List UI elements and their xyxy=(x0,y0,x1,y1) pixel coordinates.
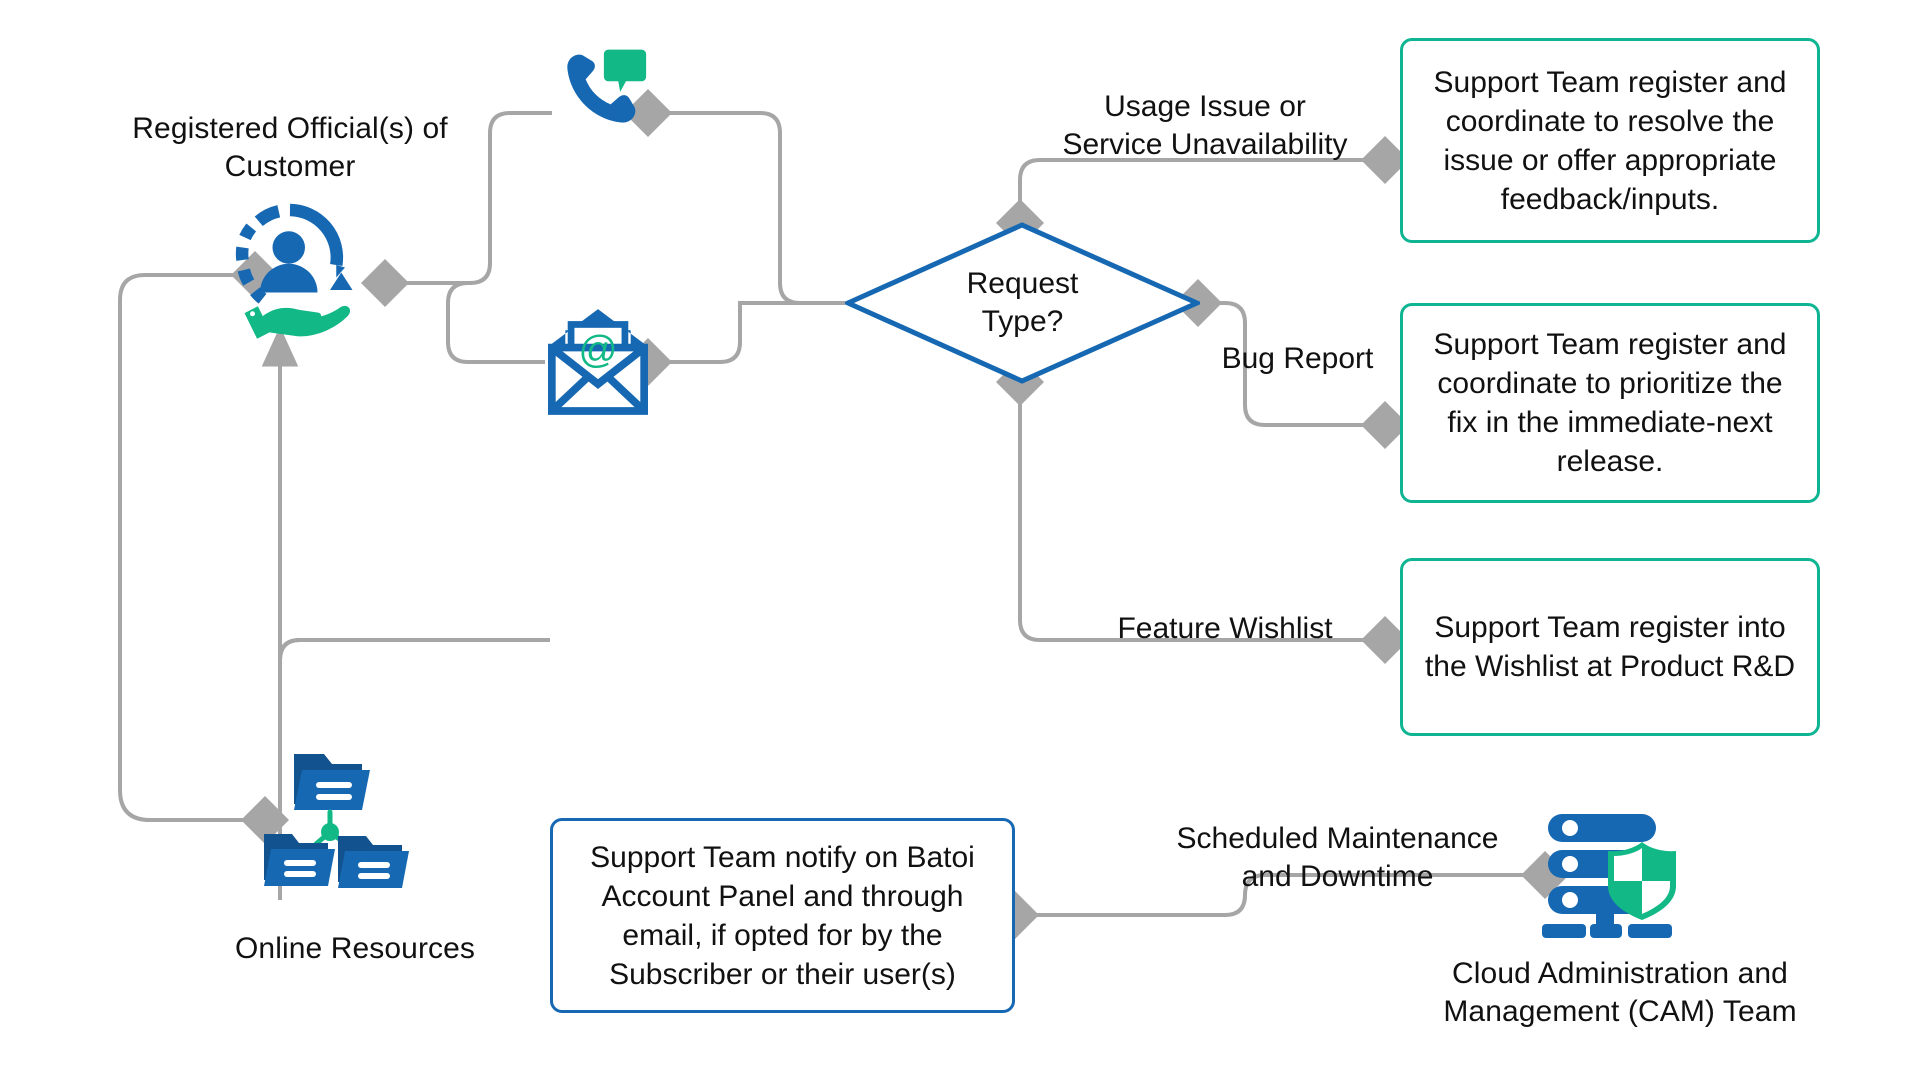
email-envelope-at-icon: @ xyxy=(548,305,648,417)
request-type-label: Request Type? xyxy=(966,266,1079,338)
edge-notify-up-to-official xyxy=(261,326,550,661)
edge-label-feature-wishlist: Feature Wishlist xyxy=(1117,612,1333,645)
edge-email-to-decision xyxy=(624,301,845,386)
edge-decision-to-resolve-issue xyxy=(996,136,1409,247)
phone-chat-icon xyxy=(553,40,649,136)
edge-decision-to-wishlist xyxy=(996,358,1409,664)
registered-official-label: Registered Official(s) of Customer xyxy=(132,112,448,183)
edge-label-bug-report: Bug Report xyxy=(1221,342,1374,375)
svg-text:@: @ xyxy=(578,329,617,372)
process-box-prioritize-fix[interactable]: Support Team register and coordinate to … xyxy=(1400,303,1820,503)
process-box-notify-subscriber[interactable]: Support Team notify on Batoi Account Pan… xyxy=(550,818,1015,1013)
edge-label-scheduled-maintenance: Scheduled Maintenance and Downtime xyxy=(1176,822,1499,894)
process-box-register-wishlist[interactable]: Support Team register into the Wishlist … xyxy=(1400,558,1820,736)
flowchart-canvas: Registered Official(s) of Customer @ Req… xyxy=(0,0,1920,1080)
folders-network-icon xyxy=(262,752,437,892)
edge-resources-to-official xyxy=(118,251,289,844)
online-resources-label: Online Resources xyxy=(234,932,476,965)
request-type-decision[interactable]: Request Type? xyxy=(845,222,1200,384)
process-box-resolve-issue[interactable]: Support Team register and coordinate to … xyxy=(1400,38,1820,243)
person-in-circle-with-hand-icon xyxy=(215,195,365,345)
cam-team-label: Cloud Administration and Management (CAM… xyxy=(1443,957,1797,1028)
server-shield-icon xyxy=(1540,808,1690,938)
edge-label-usage-issue: Usage Issue or Service Unavailability xyxy=(1062,90,1348,162)
edge-phone-to-decision xyxy=(624,89,845,305)
edge-official-to-email xyxy=(446,281,545,364)
